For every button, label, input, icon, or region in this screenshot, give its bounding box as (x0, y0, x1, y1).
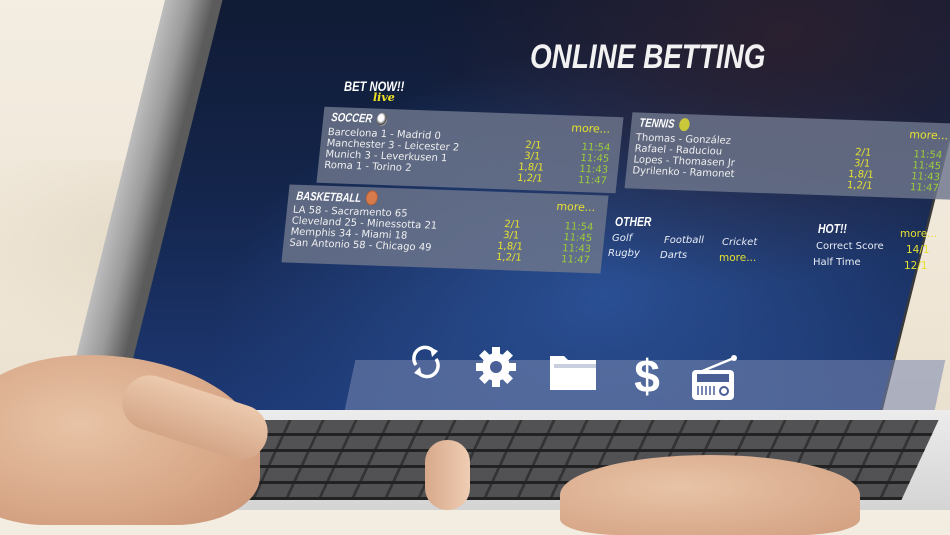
dollar-icon[interactable]: $ (628, 350, 666, 400)
match-odds[interactable]: 1,2/1 (516, 173, 543, 185)
svg-text:$: $ (634, 350, 660, 400)
basketball-icon (365, 190, 379, 206)
soccer-panel: SOCCER more... Barcelona 1 - Madrid 0 Ma… (316, 106, 624, 194)
match-odds[interactable]: 1,8/1 (497, 241, 524, 253)
other-item-darts[interactable]: Darts (660, 250, 687, 261)
radio-icon[interactable] (688, 354, 738, 402)
match-odds[interactable]: 1,2/1 (495, 252, 522, 264)
hot-odds-half-time[interactable]: 12/1 (904, 260, 928, 272)
tennis-panel: TENNIS more... Thomas - González Rafael … (624, 112, 950, 200)
scene: ONLINE BETTING BET NOW!! live SOCCER mor… (0, 0, 950, 535)
basketball-more-link[interactable]: more... (556, 200, 596, 214)
other-more-link[interactable]: more... (719, 252, 756, 264)
match-odds[interactable]: 1,8/1 (848, 169, 875, 181)
soccer-header: SOCCER (331, 110, 389, 126)
match-odds[interactable]: 1,8/1 (518, 162, 545, 174)
live-label[interactable]: live (373, 91, 395, 104)
gear-icon[interactable] (474, 345, 518, 389)
other-heading: OTHER (615, 214, 652, 229)
tennis-title: TENNIS (638, 115, 676, 131)
basketball-title: BASKETBALL (295, 188, 363, 205)
other-item-cricket[interactable]: Cricket (722, 237, 757, 248)
soccer-ball-icon (376, 112, 389, 126)
page-title: ONLINE BETTING (530, 38, 766, 76)
tennis-more-link[interactable]: more... (909, 128, 949, 142)
hot-item-correct-score[interactable]: Correct Score (816, 241, 884, 252)
soccer-title: SOCCER (330, 110, 374, 126)
match-odds[interactable]: 3/1 (849, 158, 876, 170)
match-odds[interactable]: 2/1 (850, 147, 877, 159)
hot-odds-correct-score[interactable]: 14/1 (906, 244, 930, 256)
soccer-more-link[interactable]: more... (571, 121, 611, 135)
hot-item-half-time[interactable]: Half Time (813, 257, 861, 268)
match-odds[interactable]: 1,2/1 (846, 180, 873, 192)
folder-icon[interactable] (546, 350, 600, 394)
refresh-icon[interactable] (408, 343, 444, 381)
tennis-ball-icon (678, 117, 691, 131)
hot-heading: HOT!! (818, 221, 847, 236)
match-odds[interactable]: 3/1 (519, 151, 546, 163)
basketball-header: BASKETBALL (296, 188, 379, 206)
match-time: 11:47 (577, 174, 608, 187)
other-item-rugby[interactable]: Rugby (608, 248, 640, 259)
match-odds[interactable]: 2/1 (520, 140, 547, 152)
tennis-header: TENNIS (639, 116, 691, 132)
hot-more-link[interactable]: more... (900, 228, 937, 240)
match-time: 11:47 (560, 254, 591, 267)
basketball-panel: BASKETBALL more... LA 58 - Sacramento 65… (281, 184, 609, 274)
match-row[interactable]: Dyrilenko - Ramonet (632, 165, 735, 180)
match-odds[interactable]: 2/1 (499, 219, 526, 231)
other-item-golf[interactable]: Golf (612, 233, 632, 244)
right-hand (560, 455, 860, 535)
other-item-football[interactable]: Football (664, 235, 704, 246)
match-odds[interactable]: 3/1 (498, 230, 525, 242)
match-time: 11:47 (909, 182, 940, 195)
